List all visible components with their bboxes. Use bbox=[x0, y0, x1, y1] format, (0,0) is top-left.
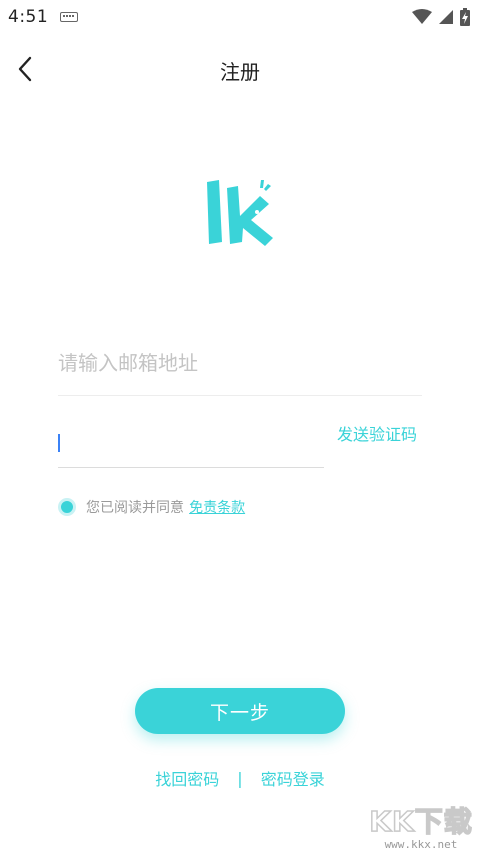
agree-text: 您已阅读并同意 bbox=[86, 500, 184, 516]
send-code-button[interactable]: 发送验证码 bbox=[337, 421, 417, 445]
page-title: 注册 bbox=[220, 60, 260, 84]
bottom-links: 找回密码 | 密码登录 bbox=[0, 766, 480, 790]
signal-icon bbox=[439, 10, 453, 24]
status-left: 4:51 bbox=[8, 7, 79, 27]
link-separator: | bbox=[237, 768, 243, 788]
email-input[interactable] bbox=[58, 338, 422, 388]
agree-radio[interactable] bbox=[58, 498, 76, 516]
register-screen: 4:51 注册 请输入邮箱地址 发送验证码 您已阅读并同意 免责条款 下一步 找… bbox=[0, 0, 480, 855]
email-field-container bbox=[58, 338, 422, 396]
password-login-link[interactable]: 密码登录 bbox=[261, 766, 325, 790]
header: 注册 bbox=[0, 46, 480, 92]
watermark: KK下载 www.kkx.net bbox=[362, 800, 480, 855]
terms-link[interactable]: 免责条款 bbox=[189, 500, 245, 516]
find-password-link[interactable]: 找回密码 bbox=[155, 766, 219, 790]
verification-code-input[interactable] bbox=[60, 422, 324, 463]
watermark-url: www.kkx.net bbox=[384, 838, 458, 851]
status-time: 4:51 bbox=[8, 7, 49, 27]
wifi-icon bbox=[412, 9, 432, 24]
next-button[interactable]: 下一步 bbox=[135, 688, 345, 734]
keyboard-icon bbox=[60, 12, 79, 22]
status-right bbox=[412, 8, 470, 26]
agreement-row: 您已阅读并同意 免责条款 bbox=[58, 496, 245, 518]
watermark-title: KK下载 bbox=[369, 804, 473, 839]
status-bar: 4:51 bbox=[0, 0, 480, 34]
code-field-container bbox=[58, 418, 324, 468]
app-logo bbox=[207, 180, 273, 246]
battery-charging-icon bbox=[460, 8, 470, 26]
